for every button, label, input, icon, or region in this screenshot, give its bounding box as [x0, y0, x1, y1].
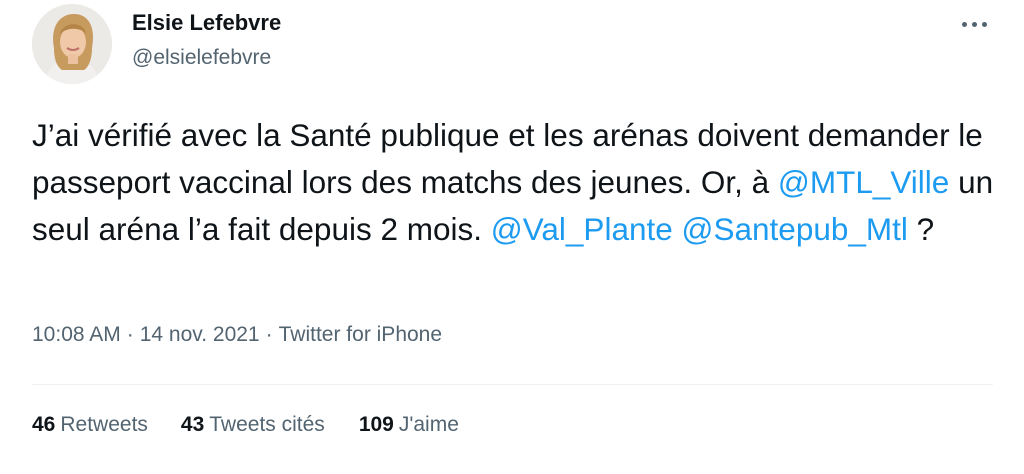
tweet-text: J’ai vérifié avec la Santé publique et l…: [32, 112, 1002, 253]
tweet-metadata: 10:08 AM · 14 nov. 2021 · Twitter for iPhone: [32, 323, 442, 347]
quotes-count: 43: [180, 413, 205, 436]
tweet-source[interactable]: Twitter for iPhone: [279, 323, 442, 346]
tweet-stats: 46 Retweets 43 Tweets cités 109 J'aime: [32, 413, 459, 437]
likes-label: J'aime: [398, 413, 459, 436]
tweet-text-segment: [673, 211, 682, 247]
separator: ·: [126, 323, 134, 346]
more-horizontal-icon: [971, 21, 977, 27]
retweets-label: Retweets: [60, 413, 148, 436]
mention-link[interactable]: @Val_Plante: [491, 211, 673, 247]
tweet-text-segment: ?: [907, 211, 935, 247]
mention-link[interactable]: @MTL_Ville: [778, 164, 949, 200]
author-handle[interactable]: @elsielefebvre: [132, 46, 271, 70]
more-horizontal-icon: [961, 21, 967, 27]
retweets-count: 46: [32, 413, 56, 436]
more-horizontal-icon: [981, 21, 987, 27]
retweets-stat[interactable]: 46 Retweets: [32, 413, 148, 437]
mention-link[interactable]: @Santepub_Mtl: [682, 211, 908, 247]
more-options-button[interactable]: [956, 14, 992, 34]
quotes-label: Tweets cités: [209, 413, 325, 436]
likes-stat[interactable]: 109 J'aime: [359, 413, 459, 437]
author-name[interactable]: Elsie Lefebvre: [132, 10, 281, 36]
divider: [32, 384, 993, 385]
avatar[interactable]: [32, 4, 112, 84]
likes-count: 109: [358, 413, 394, 436]
quotes-stat[interactable]: 43 Tweets cités: [181, 413, 325, 437]
tweet-date[interactable]: 14 nov. 2021: [140, 323, 260, 346]
tweet-time[interactable]: 10:08 AM: [32, 323, 121, 346]
separator: ·: [265, 323, 273, 346]
profile-photo: [32, 4, 112, 84]
tweet-card: Elsie Lefebvre @elsielefebvre J’ai vérif…: [0, 0, 1024, 474]
